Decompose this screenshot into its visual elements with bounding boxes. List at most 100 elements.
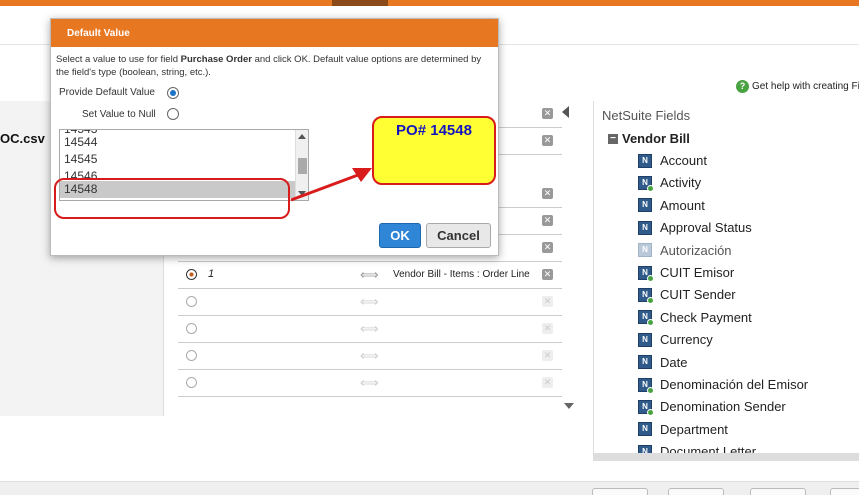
- default-value-icon[interactable]: [186, 323, 197, 334]
- netsuite-field-item[interactable]: N Department: [638, 422, 728, 437]
- scroll-down-arrow-icon[interactable]: [298, 191, 306, 196]
- set-null-option[interactable]: Set Value to Null: [82, 109, 156, 120]
- dialog-title: Default Value: [51, 19, 498, 47]
- scroll-thumb[interactable]: [298, 158, 307, 174]
- field-disabled-icon: N: [638, 243, 652, 258]
- horizontal-scrollbar[interactable]: [594, 453, 859, 461]
- default-value-icon[interactable]: [186, 296, 197, 307]
- listbox-scrollbar[interactable]: [295, 130, 308, 200]
- netsuite-field-label: CUIT Emisor: [660, 265, 735, 280]
- netsuite-field-label: Autorización: [660, 242, 732, 258]
- collapse-minus-icon[interactable]: −: [608, 133, 618, 144]
- provide-default-option[interactable]: Provide Default Value: [59, 87, 155, 98]
- netsuite-field-item[interactable]: N CUIT Sender: [638, 287, 736, 304]
- field-required-icon: N: [638, 287, 654, 304]
- list-option[interactable]: 14545: [60, 151, 295, 168]
- help-link[interactable]: ? Get help with creating Fi: [736, 80, 859, 93]
- group-label: Vendor Bill: [622, 131, 690, 146]
- bidirectional-arrow-icon: ⟺: [360, 321, 379, 336]
- collapse-left-arrow-icon[interactable]: [562, 106, 569, 118]
- mapping-target-field: Vendor Bill - Items : Order Line: [393, 269, 530, 280]
- mapping-scrollbar[interactable]: [562, 101, 575, 416]
- scroll-down-arrow-icon[interactable]: [564, 403, 574, 409]
- footer-button[interactable]: [668, 488, 724, 495]
- field-icon: N: [638, 332, 652, 347]
- selection-highlight-box: [54, 178, 290, 219]
- mapping-row-empty[interactable]: ⟺ ✕: [178, 370, 562, 397]
- remove-mapping-icon[interactable]: ✕: [542, 135, 553, 146]
- default-value-icon[interactable]: [186, 377, 197, 388]
- field-required-icon: N: [638, 175, 654, 192]
- field-required-icon: N: [638, 265, 654, 282]
- netsuite-field-item[interactable]: N Approval Status: [638, 220, 752, 235]
- netsuite-field-label: Denominación del Emisor: [660, 377, 809, 392]
- netsuite-field-label: Check Payment: [660, 309, 752, 325]
- bottom-button-bar: [0, 481, 859, 495]
- field-required-icon: N: [638, 310, 654, 327]
- footer-button[interactable]: [592, 488, 648, 495]
- provide-default-radio[interactable]: [167, 87, 179, 99]
- field-icon: N: [638, 422, 652, 437]
- mapping-default-value: 1: [208, 268, 215, 280]
- netsuite-field-item[interactable]: N Denomination Sender: [638, 399, 786, 416]
- ok-button[interactable]: OK: [379, 223, 421, 248]
- field-icon: N: [638, 220, 652, 235]
- field-icon: N: [638, 355, 652, 370]
- help-link-text: Get help with creating Fi: [752, 81, 859, 92]
- active-nav-tab[interactable]: [332, 0, 388, 6]
- footer-button[interactable]: [750, 488, 806, 495]
- vendor-bill-group[interactable]: − Vendor Bill: [608, 131, 690, 146]
- remove-mapping-icon: ✕: [542, 296, 553, 307]
- mapping-row[interactable]: 1 ⟺ Vendor Bill - Items : Order Line ✕: [178, 262, 562, 289]
- remove-mapping-icon[interactable]: ✕: [542, 108, 553, 119]
- field-icon: N: [638, 153, 652, 168]
- remove-mapping-icon[interactable]: ✕: [542, 188, 553, 199]
- default-value-icon[interactable]: [186, 350, 197, 361]
- netsuite-field-item[interactable]: N Autorización: [638, 243, 732, 258]
- field-required-icon: N: [638, 399, 654, 416]
- netsuite-field-item[interactable]: N Account: [638, 153, 707, 168]
- scroll-up-arrow-icon[interactable]: [298, 134, 306, 139]
- field-icon: N: [638, 198, 652, 213]
- netsuite-field-label: Denomination Sender: [660, 399, 786, 415]
- netsuite-fields-header: NetSuite Fields: [602, 108, 691, 123]
- remove-mapping-icon[interactable]: ✕: [542, 269, 553, 280]
- netsuite-field-item[interactable]: N Denominación del Emisor: [638, 377, 809, 394]
- set-null-label: Set Value to Null: [82, 109, 156, 120]
- mapping-row-empty[interactable]: ⟺ ✕: [178, 316, 562, 343]
- remove-mapping-icon[interactable]: ✕: [542, 242, 553, 253]
- netsuite-field-label: Date: [660, 354, 688, 370]
- dialog-description: Select a value to use for field Purchase…: [56, 54, 482, 78]
- callout-text: PO# 14548: [396, 122, 472, 139]
- netsuite-field-item[interactable]: N Date: [638, 355, 687, 370]
- mapping-row-empty[interactable]: ⟺ ✕: [178, 289, 562, 316]
- cancel-button[interactable]: Cancel: [426, 223, 491, 248]
- netsuite-field-item[interactable]: N CUIT Emisor: [638, 265, 735, 282]
- netsuite-field-item[interactable]: N Check Payment: [638, 309, 752, 327]
- top-nav-bar: [0, 0, 859, 6]
- netsuite-field-item[interactable]: N Currency: [638, 332, 713, 347]
- netsuite-field-label: Activity: [660, 175, 702, 191]
- provide-default-label: Provide Default Value: [59, 87, 155, 98]
- netsuite-field-label: CUIT Sender: [660, 287, 736, 303]
- bidirectional-arrow-icon: ⟺: [360, 267, 379, 282]
- mapping-row-empty[interactable]: ⟺ ✕: [178, 343, 562, 370]
- netsuite-field-label: Amount: [660, 197, 705, 213]
- netsuite-field-label: Account: [660, 153, 707, 168]
- netsuite-field-item[interactable]: N Amount: [638, 198, 705, 213]
- list-option[interactable]: 14544: [60, 134, 295, 151]
- default-value-pencil-icon[interactable]: [186, 269, 197, 280]
- bidirectional-arrow-icon: ⟺: [360, 294, 379, 309]
- netsuite-field-label: Approval Status: [660, 220, 752, 236]
- csv-file-name: OC.csv: [0, 131, 45, 146]
- netsuite-field-item[interactable]: N Activity: [638, 175, 702, 192]
- import-assistant-screen: ? Get help with creating Fi OC.csv rder …: [0, 0, 859, 495]
- field-required-icon: N: [638, 377, 654, 394]
- footer-button[interactable]: [830, 488, 859, 495]
- set-null-radio[interactable]: [167, 108, 179, 120]
- remove-mapping-icon: ✕: [542, 377, 553, 388]
- remove-mapping-icon[interactable]: ✕: [542, 215, 553, 226]
- bidirectional-arrow-icon: ⟺: [360, 348, 379, 363]
- target-field-name: Purchase Order: [180, 54, 252, 65]
- remove-mapping-icon: ✕: [542, 323, 553, 334]
